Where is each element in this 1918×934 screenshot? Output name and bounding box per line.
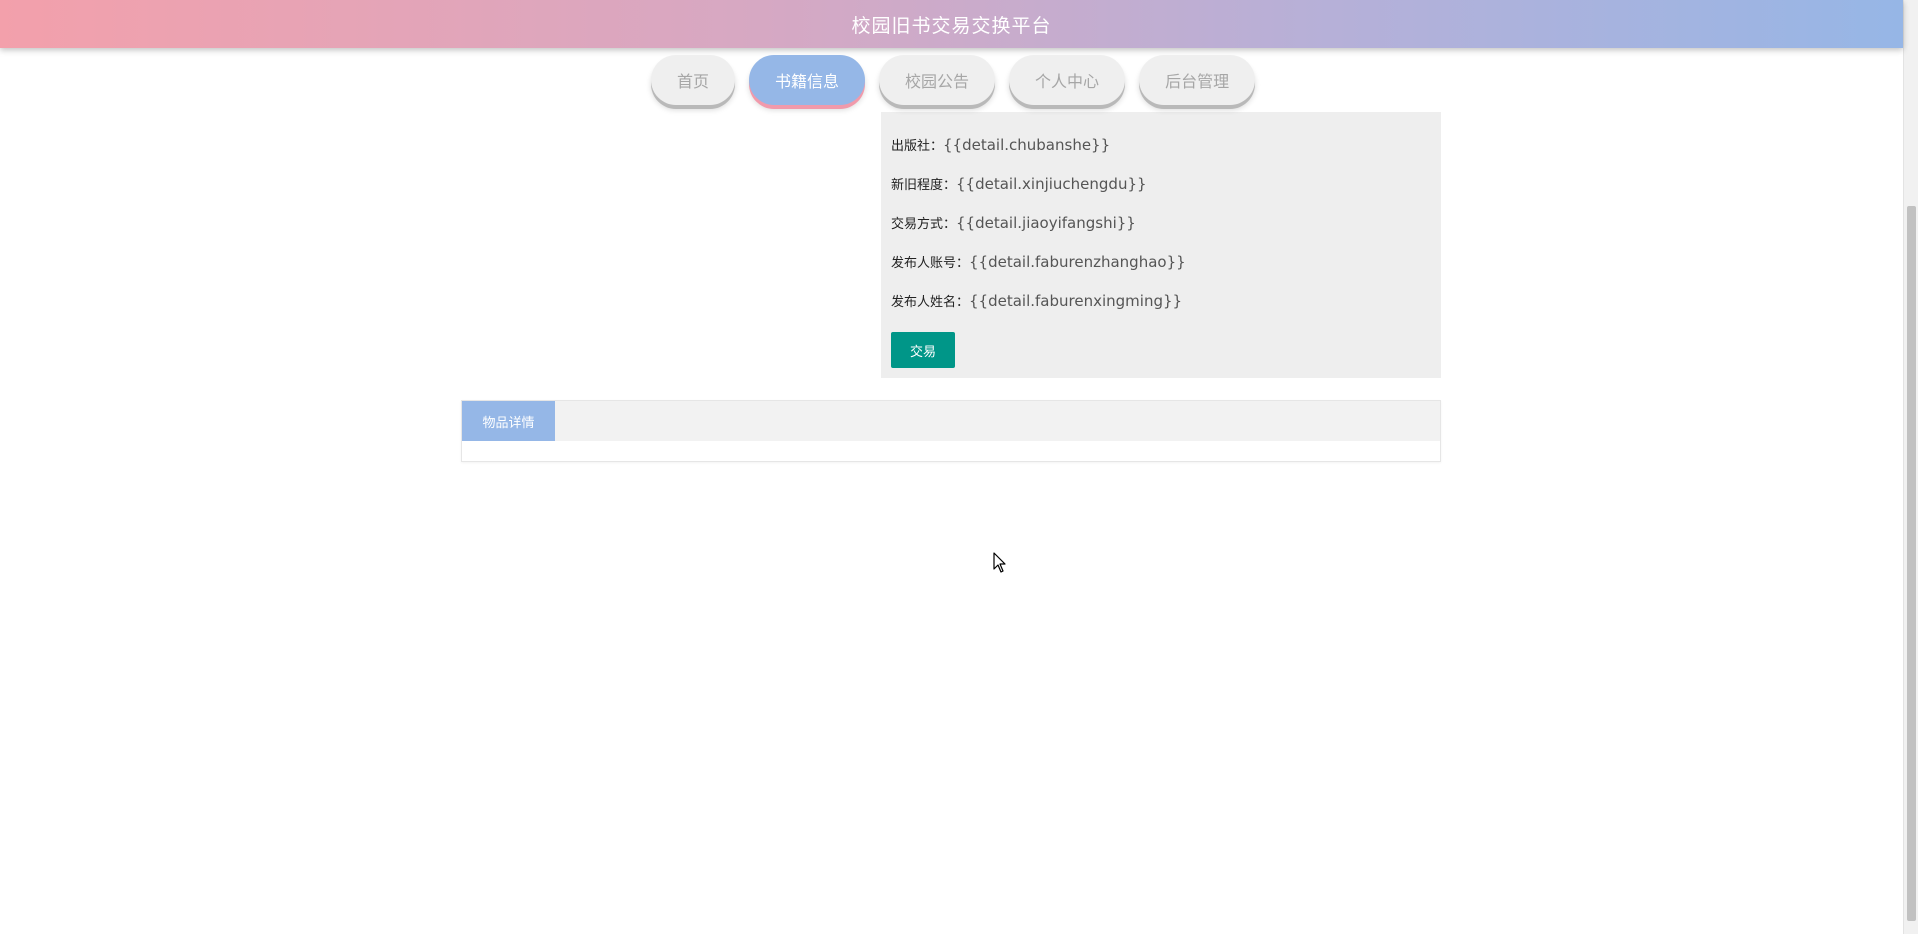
info-label: 发布人姓名：: [891, 295, 970, 310]
book-info-panel: 出版社：{{detail.chubanshe}} 新旧程度：{{detail.x…: [881, 112, 1441, 378]
info-label: 新旧程度：: [891, 178, 957, 193]
info-row-publisher-name: 发布人姓名：{{detail.faburenxingming}}: [891, 291, 1182, 310]
nav-item-personal-center[interactable]: 个人中心: [1009, 55, 1126, 105]
page-scrollbar[interactable]: [1903, 0, 1918, 934]
tab-item-details[interactable]: 物品详情: [462, 401, 555, 441]
item-details-box: 物品详情: [461, 400, 1441, 462]
top-header-bar: 校园旧书交易交换平台: [0, 0, 1903, 48]
info-value: {{detail.xinjiuchengdu}}: [956, 175, 1147, 193]
site-title: 校园旧书交易交换平台: [851, 14, 1052, 37]
nav-item-announcements[interactable]: 校园公告: [879, 55, 996, 105]
trade-button[interactable]: 交易: [891, 332, 955, 368]
info-value: {{detail.jiaoyifangshi}}: [956, 214, 1136, 232]
info-row-publisher-account: 发布人账号：{{detail.faburenzhanghao}}: [891, 252, 1186, 271]
info-row-trade-method: 交易方式：{{detail.jiaoyifangshi}}: [891, 213, 1136, 232]
details-tab-bar: 物品详情: [462, 401, 1440, 441]
info-value: {{detail.chubanshe}}: [943, 136, 1111, 154]
main-nav: 首页 书籍信息 校园公告 个人中心 后台管理: [651, 55, 1256, 107]
nav-item-admin[interactable]: 后台管理: [1139, 55, 1256, 105]
info-label: 交易方式：: [891, 217, 957, 232]
scrollbar-thumb[interactable]: [1907, 206, 1916, 921]
info-value: {{detail.faburenxingming}}: [969, 292, 1183, 310]
info-label: 出版社：: [891, 139, 944, 154]
nav-item-home[interactable]: 首页: [651, 55, 736, 105]
page: 校园旧书交易交换平台 首页 书籍信息 校园公告 个人中心 后台管理 出版社：{{…: [0, 0, 1918, 934]
mouse-cursor-icon: [993, 552, 1006, 573]
info-row-publisher: 出版社：{{detail.chubanshe}}: [891, 135, 1110, 154]
nav-item-books[interactable]: 书籍信息: [749, 55, 866, 105]
info-value: {{detail.faburenzhanghao}}: [969, 253, 1186, 271]
info-row-condition: 新旧程度：{{detail.xinjiuchengdu}}: [891, 174, 1147, 193]
info-label: 发布人账号：: [891, 256, 970, 271]
